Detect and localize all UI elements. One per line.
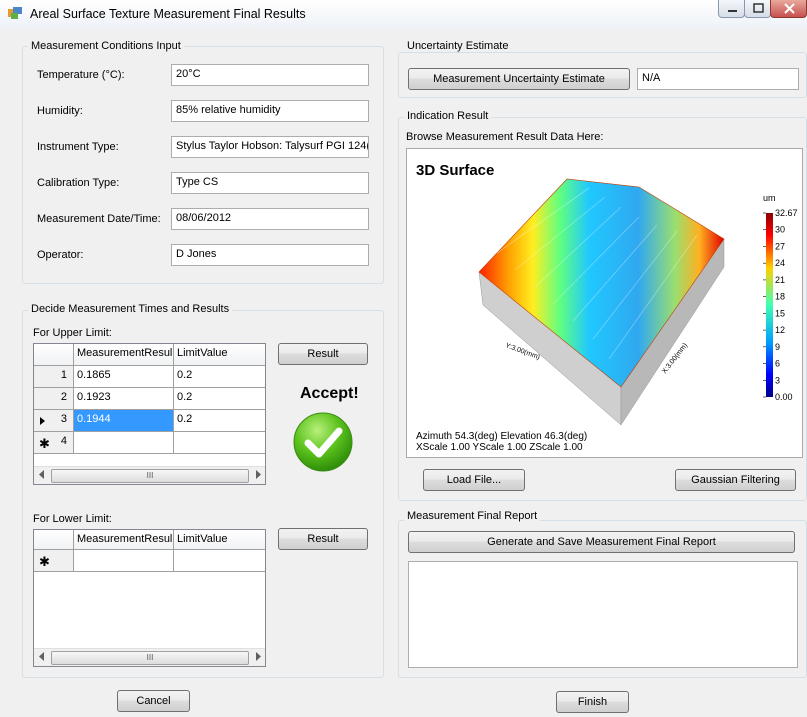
colorbar-tick-label: 32.67 bbox=[775, 208, 798, 218]
new-row-asterisk-icon: ✱ bbox=[39, 554, 50, 569]
new-limit-cell[interactable] bbox=[174, 432, 265, 454]
row-header[interactable]: 1 bbox=[34, 366, 74, 388]
temperature-field[interactable]: 20°C bbox=[171, 64, 369, 86]
row-header-new[interactable]: ✱ bbox=[34, 550, 74, 572]
finish-button[interactable]: Finish bbox=[556, 691, 629, 713]
surface-top bbox=[478, 178, 725, 388]
measurement-date-label: Measurement Date/Time: bbox=[37, 213, 161, 225]
new-result-cell[interactable] bbox=[74, 550, 174, 572]
colorbar-tick-label: 21 bbox=[775, 275, 785, 285]
indication-group-label: Indication Result bbox=[404, 110, 492, 122]
scale-info: XScale 1.00 YScale 1.00 ZScale 1.00 bbox=[416, 442, 583, 453]
close-button[interactable] bbox=[770, 0, 807, 18]
calibration-type-field[interactable]: Type CS bbox=[171, 172, 369, 194]
humidity-label: Humidity: bbox=[37, 105, 83, 117]
current-row-arrow-icon bbox=[40, 416, 45, 428]
colorbar bbox=[766, 213, 773, 397]
row-header-current[interactable]: 3 bbox=[34, 410, 74, 432]
new-result-cell[interactable] bbox=[74, 432, 174, 454]
result-cell-selected[interactable]: 0.1944 bbox=[74, 410, 174, 432]
grid-corner bbox=[34, 530, 74, 550]
measurement-date-field[interactable]: 08/06/2012 bbox=[171, 208, 369, 230]
colorbar-tick-label: 12 bbox=[775, 325, 785, 335]
app-icon bbox=[8, 7, 22, 19]
check-icon bbox=[292, 411, 354, 476]
measurement-uncertainty-button[interactable]: Measurement Uncertainty Estimate bbox=[408, 68, 630, 90]
row-header[interactable]: 2 bbox=[34, 388, 74, 410]
upper-limit-label: For Upper Limit: bbox=[33, 327, 112, 339]
generate-report-button[interactable]: Generate and Save Measurement Final Repo… bbox=[408, 531, 795, 553]
accept-verdict: Accept! bbox=[300, 385, 359, 402]
minimize-button[interactable] bbox=[718, 0, 745, 18]
column-header-measurement-result[interactable]: MeasurementResul bbox=[74, 530, 174, 550]
new-row-asterisk-icon: ✱ bbox=[39, 436, 50, 451]
uncertainty-value-field[interactable]: N/A bbox=[637, 68, 799, 90]
gaussian-filtering-button[interactable]: Gaussian Filtering bbox=[675, 469, 796, 491]
calibration-type-label: Calibration Type: bbox=[37, 177, 120, 189]
lower-grid-hscrollbar[interactable]: III bbox=[34, 648, 265, 666]
colorbar-tick-label: 9 bbox=[775, 342, 780, 352]
result-cell[interactable]: 0.1923 bbox=[74, 388, 174, 410]
colorbar-tick-label: 18 bbox=[775, 292, 785, 302]
lower-limit-label: For Lower Limit: bbox=[33, 513, 112, 525]
window-title: Areal Surface Texture Measurement Final … bbox=[30, 7, 306, 21]
lower-limit-grid[interactable]: MeasurementResul LimitValue ✱ III bbox=[33, 529, 266, 667]
limit-cell[interactable]: 0.2 bbox=[174, 410, 265, 432]
result-cell[interactable]: 0.1865 bbox=[74, 366, 174, 388]
uncertainty-group-label: Uncertainty Estimate bbox=[404, 40, 512, 52]
scroll-left-icon[interactable] bbox=[39, 470, 45, 482]
cancel-button[interactable]: Cancel bbox=[117, 690, 190, 712]
lower-result-button[interactable]: Result bbox=[278, 528, 368, 550]
colorbar-tick-label: 6 bbox=[775, 359, 780, 369]
instrument-type-field[interactable]: Stylus Taylor Hobson: Talysurf PGI 124( bbox=[171, 136, 369, 158]
column-header-limit-value[interactable]: LimitValue bbox=[174, 530, 265, 550]
surface-plot[interactable]: 3D Surface Y:3.00(mm) X:3.00(mm) um 32.6… bbox=[406, 148, 803, 458]
colorbar-tick-label: 3 bbox=[775, 375, 780, 385]
upper-result-button[interactable]: Result bbox=[278, 343, 368, 365]
operator-label: Operator: bbox=[37, 249, 84, 261]
scroll-thumb[interactable]: III bbox=[51, 469, 249, 483]
column-header-measurement-result[interactable]: MeasurementResul bbox=[74, 344, 174, 366]
column-header-limit-value[interactable]: LimitValue bbox=[174, 344, 265, 366]
colorbar-tick-label: 30 bbox=[775, 225, 785, 235]
view-angle-info: Azimuth 54.3(deg) Elevation 46.3(deg) bbox=[416, 431, 588, 442]
instrument-type-label: Instrument Type: bbox=[37, 141, 119, 153]
colorbar-tick-label: 27 bbox=[775, 241, 785, 251]
upper-limit-grid[interactable]: MeasurementResul LimitValue 1 0.1865 0.2… bbox=[33, 343, 266, 485]
scroll-thumb[interactable]: III bbox=[51, 651, 249, 665]
maximize-button[interactable] bbox=[744, 0, 771, 18]
colorbar-tick-label: 15 bbox=[775, 308, 785, 318]
colorbar-tick-label: 24 bbox=[775, 258, 785, 268]
temperature-label: Temperature (°C): bbox=[37, 69, 125, 81]
limit-cell[interactable]: 0.2 bbox=[174, 366, 265, 388]
browse-label: Browse Measurement Result Data Here: bbox=[406, 131, 604, 143]
row-header-new[interactable]: ✱ 4 bbox=[34, 432, 74, 454]
scroll-right-icon[interactable] bbox=[256, 652, 262, 664]
conditions-group-label: Measurement Conditions Input bbox=[28, 40, 184, 52]
new-limit-cell[interactable] bbox=[174, 550, 265, 572]
colorbar-tick-label: 0.00 bbox=[775, 392, 793, 402]
colorbar-unit: um bbox=[763, 193, 776, 203]
surface-3d-render: Y:3.00(mm) X:3.00(mm) um 32.673027242118… bbox=[478, 178, 798, 426]
load-file-button[interactable]: Load File... bbox=[423, 469, 525, 491]
report-output-area[interactable] bbox=[408, 561, 798, 668]
decide-group-label: Decide Measurement Times and Results bbox=[28, 303, 233, 315]
upper-grid-hscrollbar[interactable]: III bbox=[34, 466, 265, 484]
report-group-label: Measurement Final Report bbox=[404, 510, 541, 522]
limit-cell[interactable]: 0.2 bbox=[174, 388, 265, 410]
humidity-field[interactable]: 85% relative humidity bbox=[171, 100, 369, 122]
scroll-left-icon[interactable] bbox=[39, 652, 45, 664]
operator-field[interactable]: D Jones bbox=[171, 244, 369, 266]
scroll-right-icon[interactable] bbox=[256, 470, 262, 482]
grid-corner bbox=[34, 344, 74, 366]
title-bar: Areal Surface Texture Measurement Final … bbox=[0, 0, 807, 28]
